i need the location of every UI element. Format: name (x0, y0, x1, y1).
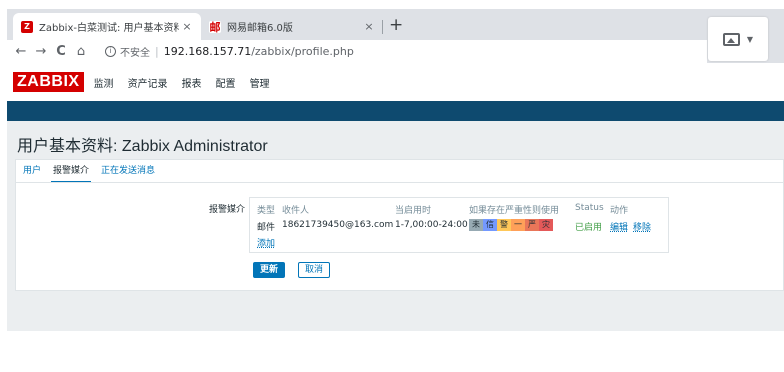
remove-media-link[interactable]: 移除 (633, 220, 651, 233)
update-button[interactable]: 更新 (253, 262, 286, 278)
menu-item-inventory[interactable]: 资产记录 (128, 75, 168, 90)
menu-item-monitoring[interactable]: 监测 (94, 75, 114, 90)
column-header-action: 动作 (610, 206, 629, 216)
page-title: 用户基本资料: Zabbix Administrator (17, 138, 268, 155)
tabs-divider (16, 182, 783, 183)
tab-media[interactable]: 报警媒介 (51, 163, 92, 183)
media-field-label: 报警媒介 (209, 205, 246, 215)
extension-button[interactable]: ▼ (708, 17, 768, 61)
new-tab-button[interactable]: + (389, 15, 403, 35)
main-content: 用户基本资料: Zabbix Administrator 用户 报警媒介 正在发… (7, 121, 784, 331)
tab-divider (382, 20, 383, 34)
back-arrow-icon[interactable]: ← (11, 44, 31, 59)
forward-arrow-icon[interactable]: → (31, 44, 51, 59)
severity-list: 未 信 警 一 严 灾 (469, 219, 553, 231)
info-icon: i (105, 46, 116, 57)
url-field[interactable]: 192.168.157.71/zabbix/profile.php (164, 45, 354, 58)
column-header-recipient: 收件人 (282, 206, 310, 216)
add-media-link[interactable]: 添加 (257, 236, 275, 249)
menu-item-administration[interactable]: 管理 (250, 75, 270, 90)
column-header-type: 类型 (257, 206, 276, 216)
menu-item-reports[interactable]: 报表 (182, 75, 202, 90)
tab-title: 网易邮箱6.0版 (227, 23, 293, 34)
url-host: 192.168.157.71 (163, 45, 252, 58)
cancel-button[interactable]: 取消 (298, 262, 331, 278)
sub-menu-bar (7, 101, 784, 121)
media-table: 类型 收件人 当启用时 如果存在严重性则使用 Status 动作 邮件 1862… (249, 197, 669, 253)
image-icon (722, 32, 740, 46)
media-recipient: 18621739450@163.com (282, 220, 394, 230)
severity-not-classified: 未 (469, 219, 483, 231)
form-tabs: 用户 报警媒介 正在发送消息 (16, 160, 167, 183)
site-info[interactable]: i 不安全 | (105, 44, 164, 59)
top-navigation: ZABBIX 监测 资产记录 报表 配置 管理 (7, 63, 784, 101)
url-path: /zabbix/profile.php (251, 45, 354, 58)
close-tab-icon[interactable]: × (179, 20, 195, 33)
chevron-down-icon: ▼ (746, 34, 754, 44)
media-type: 邮件 (257, 223, 276, 233)
browser-tab-mail[interactable]: 邮 网易邮箱6.0版 × (201, 13, 383, 40)
divider: | (155, 45, 159, 58)
column-header-status: Status (575, 203, 604, 213)
severity-warning: 警 (497, 219, 511, 231)
edit-media-link[interactable]: 编辑 (610, 220, 628, 233)
close-tab-icon[interactable]: × (361, 20, 377, 33)
severity-disaster: 灾 (539, 219, 553, 231)
mail-favicon-icon: 邮 (209, 20, 221, 34)
column-header-severity: 如果存在严重性则使用 (469, 206, 560, 216)
tab-title: Zabbix-白菜测试: 用户基本资料 (39, 23, 179, 34)
browser-tab-zabbix[interactable]: Z Zabbix-白菜测试: 用户基本资料 × (13, 13, 201, 40)
browser-chrome: Z Zabbix-白菜测试: 用户基本资料 × 邮 网易邮箱6.0版 × + ←… (7, 9, 784, 63)
media-status-link[interactable]: 已启用 (575, 220, 602, 233)
address-bar: ← → C ⌂ i 不安全 | 192.168.157.71/zabbix/pr… (7, 40, 707, 63)
column-header-when-active: 当启用时 (395, 206, 432, 216)
severity-information: 信 (483, 219, 497, 231)
zabbix-logo[interactable]: ZABBIX (13, 72, 84, 92)
home-icon[interactable]: ⌂ (71, 44, 91, 59)
menu-item-configuration[interactable]: 配置 (216, 75, 236, 90)
zabbix-favicon-icon: Z (21, 20, 33, 33)
main-menu: 监测 资产记录 报表 配置 管理 (94, 75, 284, 90)
severity-average: 一 (511, 219, 525, 231)
tab-messaging[interactable]: 正在发送消息 (101, 163, 155, 178)
insecure-label: 不安全 (120, 48, 150, 59)
media-when-active: 1-7,00:00-24:00 (395, 220, 468, 230)
profile-form-card: 用户 报警媒介 正在发送消息 报警媒介 类型 收件人 当启用时 如果存在严重性则… (15, 159, 784, 291)
severity-high: 严 (525, 219, 539, 231)
reload-icon[interactable]: C (51, 44, 71, 59)
tab-user[interactable]: 用户 (23, 163, 41, 178)
